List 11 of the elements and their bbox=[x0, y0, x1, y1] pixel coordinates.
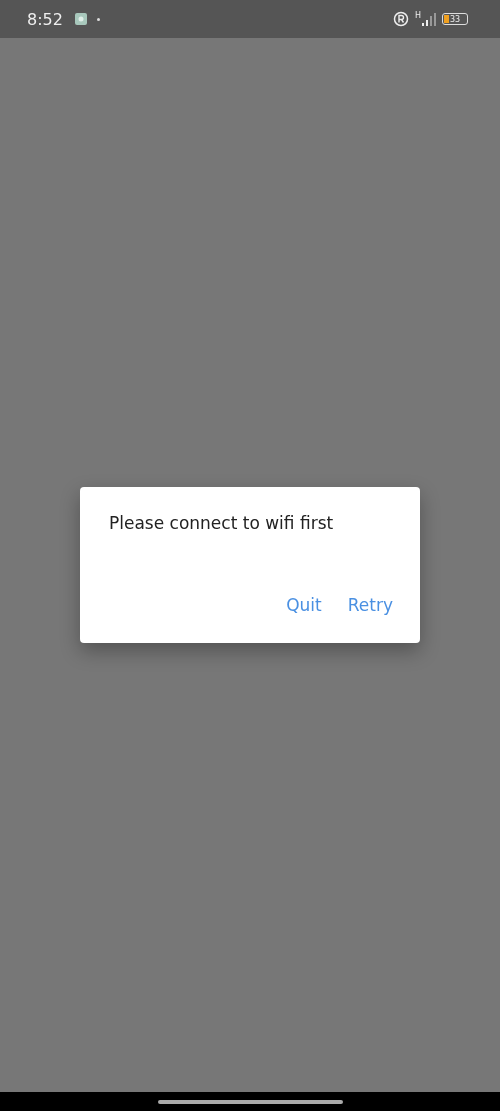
dialog-button[interactable]: Retry bbox=[347, 591, 393, 619]
home-indicator[interactable] bbox=[157, 1099, 343, 1104]
dialog-button[interactable]: Quit bbox=[286, 591, 322, 619]
roaming-icon bbox=[393, 11, 409, 27]
battery-indicator: 33 bbox=[442, 13, 468, 25]
notification-dot-icon bbox=[96, 17, 100, 21]
status-time: 8:52 bbox=[27, 9, 63, 29]
network-type: H bbox=[415, 10, 421, 20]
dialog-message: Please connect to wifi first bbox=[109, 513, 335, 533]
app-notification-icon bbox=[74, 13, 87, 25]
signal-icon bbox=[422, 12, 436, 26]
